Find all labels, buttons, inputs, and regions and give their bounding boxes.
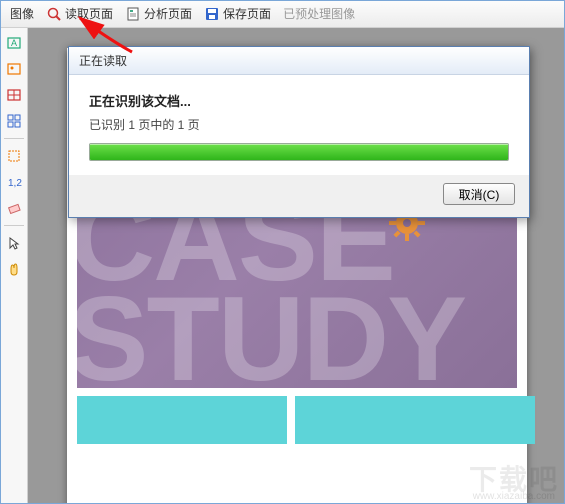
region-tool[interactable] [3,110,25,132]
dialog-status: 已识别 1 页中的 1 页 [89,116,509,133]
progress-bar [89,143,509,161]
preprocessed-text: 已预处理图像 [283,5,355,22]
text-block-right [295,396,535,444]
separator [4,138,24,139]
analyze-page-button[interactable]: 分析页面 [121,3,196,24]
read-page-button[interactable]: 读取页面 [42,3,117,24]
svg-text:A: A [11,38,17,48]
dialog-title-text: 正在读取 [79,52,127,69]
order-tool[interactable]: 1,2 [3,171,25,193]
text-box-tool[interactable]: A [3,32,25,54]
headline-study: STUDY [77,288,466,388]
save-page-button[interactable]: 保存页面 [200,3,275,24]
document-icon [125,6,141,22]
text-block-left [77,396,287,444]
image-menu[interactable]: 图像 [6,3,38,24]
dialog-footer: 取消(C) [69,175,529,217]
progress-fill [90,144,508,160]
dialog-body: 正在识别该文档... 已识别 1 页中的 1 页 [69,75,529,175]
read-page-label: 读取页面 [65,5,113,22]
image-menu-label: 图像 [10,5,34,22]
dialog-heading: 正在识别该文档... [89,91,509,110]
cancel-button[interactable]: 取消(C) [443,183,515,205]
separator [4,225,24,226]
watermark-url: www.xiazaiba.com [473,491,555,502]
hand-tool[interactable] [3,258,25,280]
image-box-tool[interactable] [3,58,25,80]
magnifier-icon [46,6,62,22]
reading-dialog: 正在读取 正在识别该文档... 已识别 1 页中的 1 页 取消(C) [68,46,530,218]
main-toolbar: 图像 读取页面 分析页面 保存页面 已预处理图像 [0,0,565,28]
preprocessed-label: 已预处理图像 [279,3,359,24]
analyze-page-label: 分析页面 [144,5,192,22]
dialog-titlebar[interactable]: 正在读取 [69,47,529,75]
table-tool[interactable] [3,84,25,106]
sidebar-toolbar: A 1,2 [0,28,28,504]
eraser-tool[interactable] [3,197,25,219]
pointer-tool[interactable] [3,232,25,254]
svg-text:1,2: 1,2 [8,178,22,189]
save-page-label: 保存页面 [223,5,271,22]
save-icon [204,6,220,22]
crop-tool[interactable] [3,145,25,167]
